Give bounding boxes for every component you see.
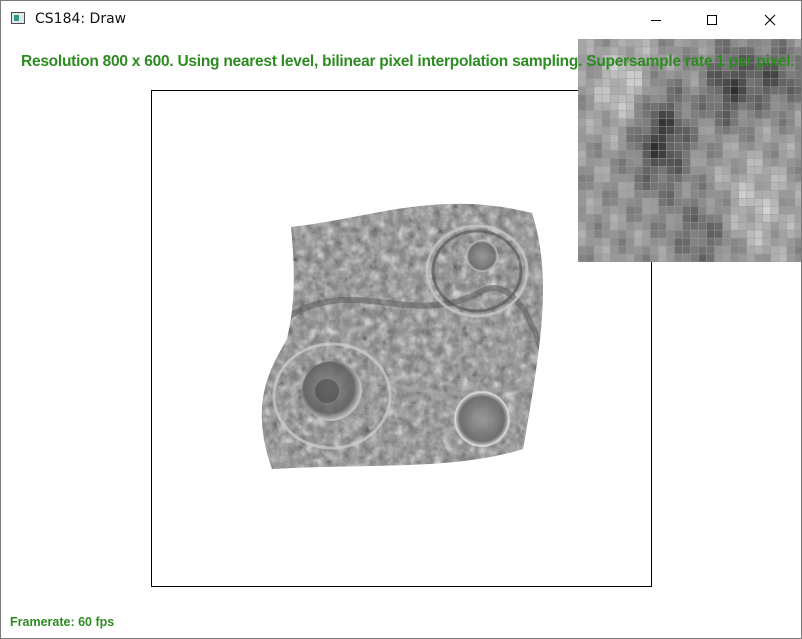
zoom-preview [578, 39, 801, 262]
minimize-icon [651, 20, 661, 21]
maximize-button[interactable] [689, 1, 735, 39]
app-window-icon [11, 12, 25, 24]
window-title: CS184: Draw [35, 11, 127, 27]
close-button[interactable] [747, 1, 793, 39]
title-bar[interactable]: CS184: Draw [1, 1, 801, 39]
app-window: CS184: Draw Resolution 800 x 600. Using … [0, 0, 802, 639]
render-status-text: Resolution 800 x 600. Using nearest leve… [21, 53, 795, 70]
close-icon [764, 14, 776, 26]
maximize-icon [707, 15, 717, 25]
render-viewport[interactable] [151, 90, 652, 587]
minimize-button[interactable] [633, 1, 679, 39]
framerate-text: Framerate: 60 fps [10, 615, 115, 629]
